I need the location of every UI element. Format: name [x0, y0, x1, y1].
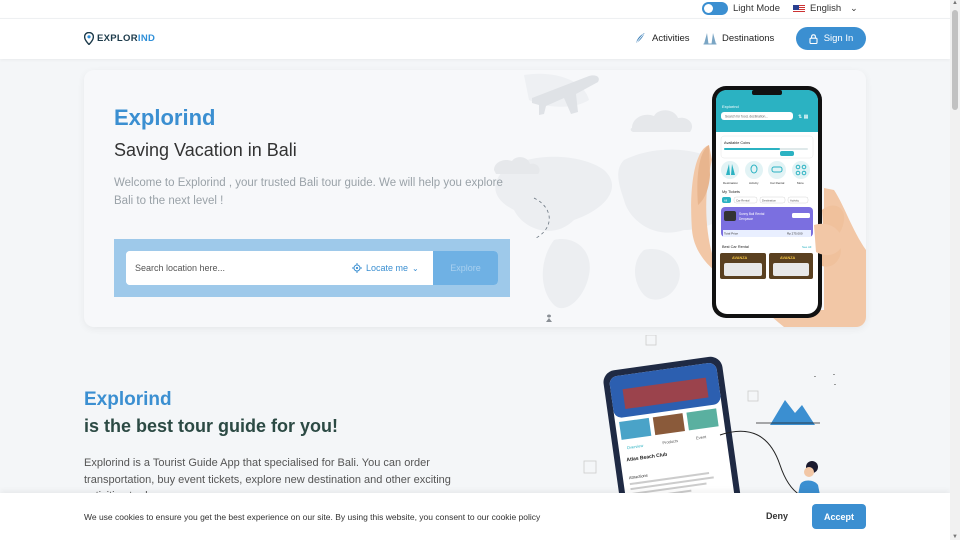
hero-card: Explorind Saving Vacation in Bali Welcom…	[84, 70, 866, 327]
phone-search-placeholder: Search for food, destination...	[725, 115, 768, 119]
phone-best-label: Best Car Rental	[722, 245, 749, 249]
language-selector[interactable]: English ⌄	[793, 3, 858, 14]
phone-car-brand-2: AVANZA	[780, 256, 796, 260]
theme-toggle-group[interactable]: Light Mode	[702, 2, 780, 15]
svg-text:ˇ: ˇ	[834, 385, 836, 391]
logo-text: EXPLORIND	[97, 33, 156, 44]
phone-coins-label: Available Coins	[724, 141, 750, 145]
deny-cookies-button[interactable]: Deny	[766, 511, 788, 521]
map-pin-icon	[84, 32, 94, 45]
svg-text:⇅ ▦: ⇅ ▦	[798, 114, 809, 120]
theme-toggle-label: Light Mode	[733, 3, 781, 14]
chevron-down-icon: ⌄	[412, 263, 419, 273]
phone-filter-all: All	[724, 199, 727, 203]
hero-description: Welcome to Explorind , your trusted Bali…	[114, 177, 503, 207]
cookie-message: We use cookies to ensure you get the bes…	[84, 512, 541, 522]
phone-category-4: More	[797, 181, 804, 185]
phone-filter-activity: Activity	[790, 199, 799, 203]
sign-in-label: Sign In	[823, 33, 854, 44]
locate-me-button[interactable]: Locate me ⌄	[350, 251, 433, 285]
search-location-input[interactable]	[126, 251, 350, 285]
phone-ticket-place: Denpasar	[739, 217, 754, 221]
scroll-up-arrow-icon[interactable]: ▲	[952, 0, 958, 6]
phone-car-brand-1: AVANZA	[732, 256, 748, 260]
cookie-consent-bar: We use cookies to ensure you get the bes…	[0, 493, 950, 540]
chevron-down-icon: ⌄	[850, 3, 858, 13]
language-label: English	[810, 3, 842, 14]
svg-text:ˇ: ˇ	[814, 377, 816, 383]
site-logo[interactable]: EXPLORIND	[84, 32, 155, 45]
phone-app-name: Explorind	[722, 104, 739, 109]
phone-mockup-illustration: Explorind Search for food, destination..…	[691, 86, 866, 327]
nav-activities[interactable]: Activities	[633, 31, 689, 45]
theme-toggle-switch[interactable]	[702, 2, 728, 15]
main-navbar: EXPLORIND Activities Destinations Sign I…	[0, 18, 950, 59]
scrollbar-thumb[interactable]	[952, 10, 958, 110]
scroll-down-arrow-icon[interactable]: ▼	[952, 534, 958, 540]
search-bar: Locate me ⌄ Explore	[126, 251, 498, 285]
sign-in-button[interactable]: Sign In	[796, 27, 866, 50]
phone-best-more: See All	[802, 245, 812, 249]
page-scrollbar[interactable]: ▲ ▼	[950, 0, 960, 540]
top-utility-bar: Light Mode English ⌄	[0, 0, 950, 18]
locate-me-label: Locate me	[366, 263, 409, 273]
section-title-brand: Explorind	[84, 389, 172, 410]
search-panel: Locate me ⌄ Explore	[114, 239, 510, 297]
phone-category-2: Activity	[749, 181, 759, 185]
phone-category-3: Car Rental	[770, 181, 785, 185]
explore-button[interactable]: Explore	[433, 251, 498, 285]
accept-cookies-button[interactable]: Accept	[812, 504, 866, 529]
app-showcase-illustration: Overview Products Event Atlas Beach Club…	[583, 335, 836, 495]
nav-destinations[interactable]: Destinations	[703, 31, 774, 45]
phone-filter-car: Car Rental	[736, 199, 750, 203]
phone-category-1: Destination	[723, 181, 738, 185]
phone-tickets-label: My Tickets	[722, 190, 740, 194]
lock-icon	[809, 33, 818, 44]
section-title-tagline: is the best tour guide for you!	[84, 416, 339, 436]
hero-subtitle: Saving Vacation in Bali	[114, 140, 297, 160]
crosshair-icon	[352, 263, 362, 273]
nav-activities-label: Activities	[652, 32, 690, 44]
svg-text:ˇ: ˇ	[833, 375, 835, 381]
phone-ticket-total-label: Total Price	[724, 232, 738, 236]
hero-title: Explorind	[114, 105, 216, 130]
phone-ticket-price: Rp 275.000	[787, 232, 803, 236]
phone-ticket-name: Sunny Bali Rental	[739, 212, 765, 216]
nav-destinations-label: Destinations	[722, 32, 775, 44]
phone-filter-destination: Destination	[762, 199, 776, 203]
surfboard-icon	[636, 33, 645, 43]
us-flag-icon	[793, 4, 805, 13]
temple-icon	[703, 33, 717, 45]
